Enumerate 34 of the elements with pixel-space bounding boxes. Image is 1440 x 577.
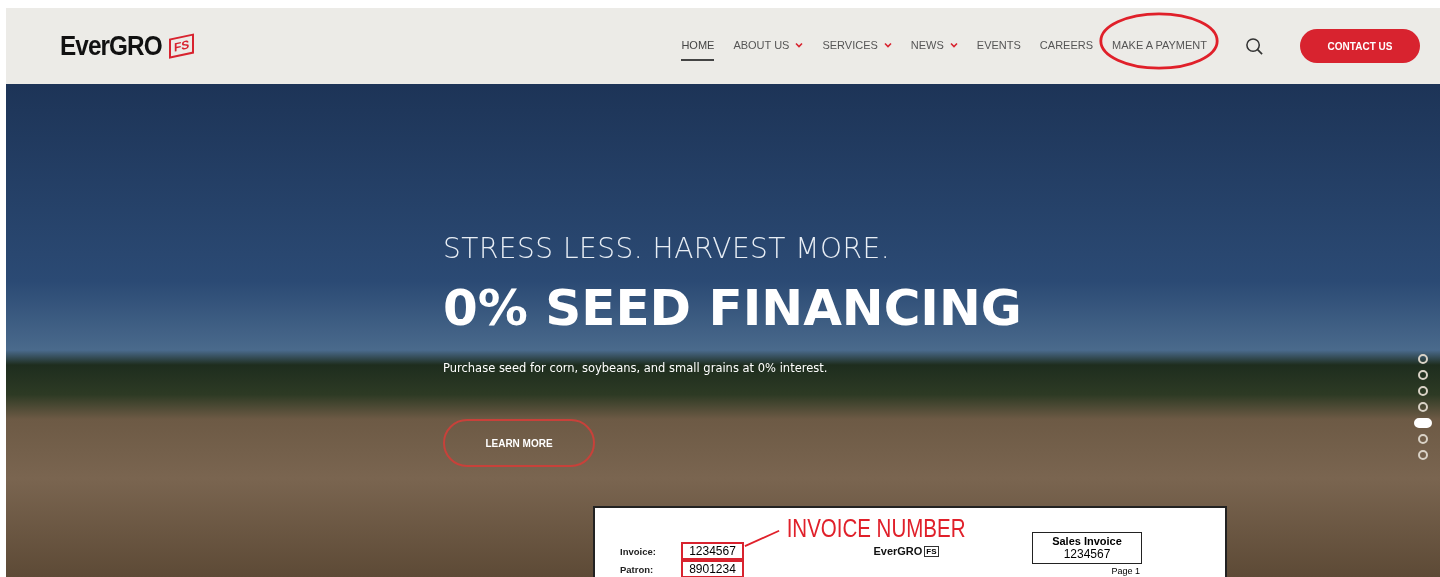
hero-headline: 0% SEED FINANCING <box>443 279 1023 337</box>
field-label: Invoice: <box>620 545 657 557</box>
nav-link[interactable]: NEWS <box>910 31 958 61</box>
leader-line <box>744 528 780 548</box>
annotation-label: INVOICE NUMBER <box>786 514 966 543</box>
slide-dot[interactable] <box>1418 386 1428 396</box>
slide-dot[interactable] <box>1418 370 1428 380</box>
slide-dot[interactable] <box>1418 450 1428 460</box>
chevron-down-icon <box>949 42 958 48</box>
slide-dot[interactable] <box>1418 402 1428 412</box>
invoice-number: 1234567 <box>1063 547 1111 561</box>
chevron-down-icon <box>795 42 804 48</box>
learn-more-button[interactable]: LEARN MORE <box>443 419 595 467</box>
logo-wordmark: EverGRO <box>873 545 923 557</box>
logo-badge: FS <box>924 545 939 557</box>
field-label: Patron: <box>620 563 655 575</box>
page-number: Page 1 <box>1111 566 1140 576</box>
nav-link[interactable]: CAREERS <box>1039 31 1094 61</box>
slide-dot[interactable] <box>1418 434 1428 444</box>
logo-wordmark[interactable]: EverGRO <box>60 30 162 62</box>
search-icon[interactable] <box>1245 36 1264 56</box>
nav-link[interactable]: ABOUT US <box>733 31 804 61</box>
slide-dot[interactable] <box>1418 354 1428 364</box>
nav-link[interactable]: SERVICES <box>822 31 892 61</box>
nav-link[interactable]: HOME <box>681 31 715 61</box>
field-value: 8901234 <box>681 560 744 577</box>
nav-link[interactable]: EVENTS <box>976 31 1021 61</box>
logo-badge: FS <box>169 33 195 59</box>
hero-description: Purchase seed for corn, soybeans, and small grains at 0% interest. <box>443 361 829 375</box>
invoice-title: Sales Invoice <box>1052 535 1122 547</box>
field-value: 1234567 <box>681 542 744 560</box>
contact-us-button[interactable]: CONTACT US <box>1300 29 1420 63</box>
hero-tagline: STRESS LESS. HARVEST MORE. <box>443 232 892 265</box>
chevron-down-icon <box>883 42 892 48</box>
